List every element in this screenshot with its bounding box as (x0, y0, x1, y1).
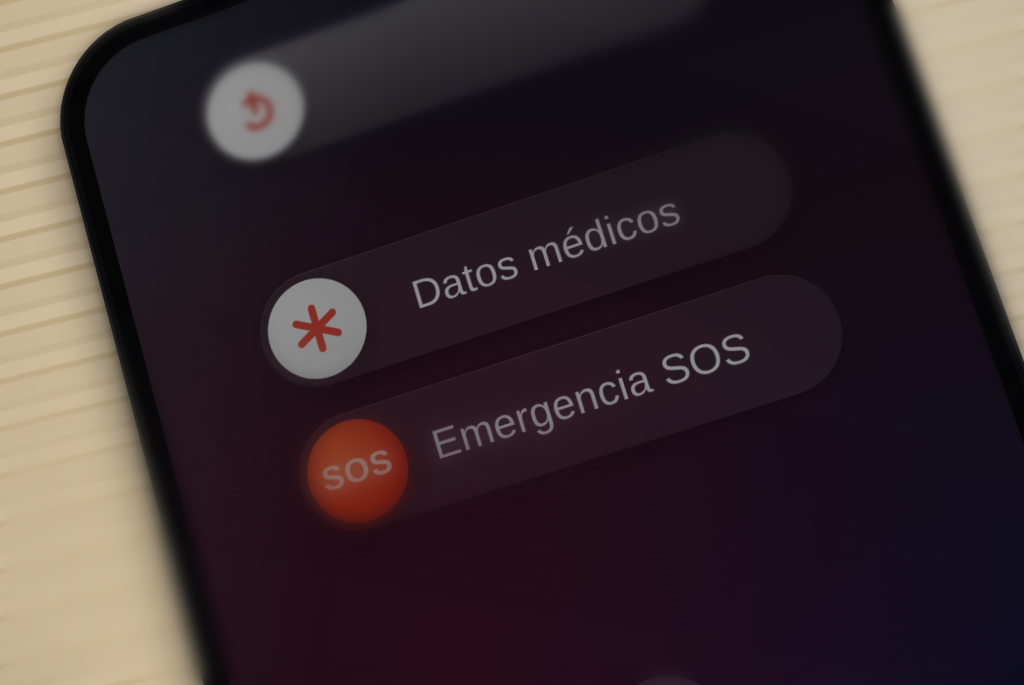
power-off-slider[interactable]: deslizar (188, 0, 732, 182)
power-off-thumb[interactable] (196, 48, 316, 174)
asterisk-icon (283, 293, 351, 364)
medical-id-thumb[interactable] (256, 265, 378, 392)
cancel-button[interactable] (591, 661, 750, 685)
perspective-stage: deslizar Datos médicos (0, 0, 1024, 685)
phone-screen: deslizar Datos médicos (67, 0, 1024, 685)
cancel-group: Cancelar (562, 652, 799, 685)
power-icon (226, 80, 285, 142)
photo-scene: deslizar Datos médicos (0, 0, 1024, 685)
sos-thumb[interactable]: SOS (296, 406, 421, 536)
sos-thumb-text: SOS (318, 441, 398, 500)
phone-body: deslizar Datos médicos (39, 0, 1024, 685)
